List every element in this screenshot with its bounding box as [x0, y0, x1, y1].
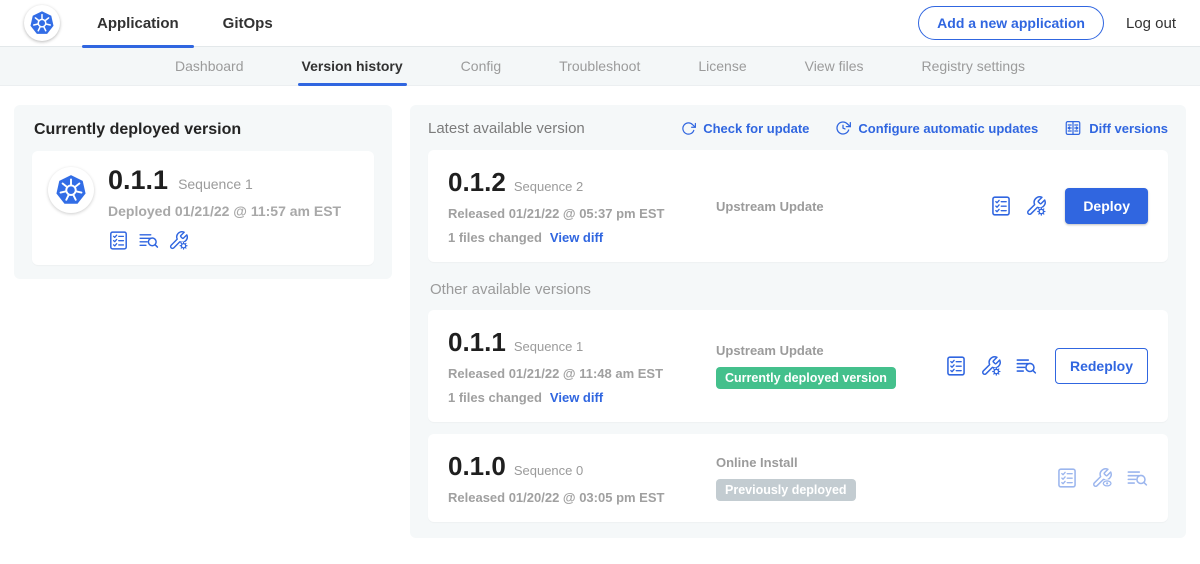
app-subnav: Dashboard Version history Config Trouble… [0, 47, 1200, 86]
add-application-button[interactable]: Add a new application [918, 6, 1104, 40]
subnav-troubleshoot[interactable]: Troubleshoot [559, 47, 640, 86]
wrench-gear-icon[interactable] [980, 355, 1002, 377]
currently-deployed-badge: Currently deployed version [716, 367, 896, 389]
released-timestamp: Released 01/21/22 @ 05:37 pm EST [448, 206, 700, 221]
refresh-icon [681, 121, 696, 136]
version-sequence: Sequence 1 [514, 339, 583, 354]
check-for-update-link[interactable]: Check for update [681, 121, 809, 136]
split-diff-icon [1064, 119, 1082, 137]
subnav-version-history[interactable]: Version history [302, 47, 403, 86]
diff-versions-link[interactable]: Diff versions [1064, 119, 1168, 137]
version-card-0-1-1: 0.1.1 Sequence 1 Released 01/21/22 @ 11:… [428, 310, 1168, 422]
released-timestamp: Released 01/21/22 @ 11:48 am EST [448, 366, 700, 381]
configure-automatic-updates-link[interactable]: Configure automatic updates [835, 120, 1038, 136]
file-search-icon[interactable] [1126, 467, 1148, 489]
currently-deployed-panel: Currently deployed version 0.1.1 Sequenc… [14, 105, 392, 279]
wrench-eye-icon[interactable] [1091, 467, 1113, 489]
deployed-version-card: 0.1.1 Sequence 1 Deployed 01/21/22 @ 11:… [32, 151, 374, 265]
preflight-checklist-icon[interactable] [108, 230, 129, 251]
subnav-config[interactable]: Config [461, 47, 501, 86]
subnav-registry-settings[interactable]: Registry settings [922, 47, 1025, 86]
check-for-update-label: Check for update [703, 121, 809, 136]
subnav-dashboard[interactable]: Dashboard [175, 47, 244, 86]
top-tab-application[interactable]: Application [82, 0, 194, 47]
version-history-page: Currently deployed version 0.1.1 Sequenc… [0, 86, 1200, 538]
version-number: 0.1.0 [448, 451, 506, 482]
preflight-checklist-icon[interactable] [1056, 467, 1078, 489]
top-tab-label: GitOps [223, 15, 273, 32]
deployed-panel-title: Currently deployed version [34, 121, 374, 139]
subnav-view-files[interactable]: View files [805, 47, 864, 86]
clock-refresh-icon [835, 120, 851, 136]
top-tab-gitops[interactable]: GitOps [208, 0, 288, 47]
app-logo-icon [48, 167, 94, 213]
preflight-checklist-icon[interactable] [990, 195, 1012, 217]
version-number: 0.1.1 [448, 327, 506, 358]
files-changed-label: 1 files changed [448, 390, 542, 405]
wrench-gear-icon[interactable] [1025, 195, 1047, 217]
file-search-icon[interactable] [138, 230, 159, 251]
version-source: Upstream Update [716, 199, 990, 214]
file-search-icon[interactable] [1015, 355, 1037, 377]
deploy-button[interactable]: Deploy [1065, 188, 1148, 224]
other-available-versions-title: Other available versions [430, 281, 1168, 298]
preflight-checklist-icon[interactable] [945, 355, 967, 377]
view-diff-link[interactable]: View diff [550, 230, 603, 245]
files-changed-label: 1 files changed [448, 230, 542, 245]
top-tab-label: Application [97, 15, 179, 32]
version-card-0-1-2: 0.1.2 Sequence 2 Released 01/21/22 @ 05:… [428, 150, 1168, 262]
deployed-timestamp: Deployed 01/21/22 @ 11:57 am EST [108, 203, 341, 219]
version-source: Upstream Update [716, 343, 945, 358]
subnav-license[interactable]: License [698, 47, 746, 86]
version-sequence: Sequence 2 [514, 179, 583, 194]
version-source: Online Install [716, 455, 1056, 470]
diff-versions-label: Diff versions [1089, 121, 1168, 136]
redeploy-button[interactable]: Redeploy [1055, 348, 1148, 384]
top-nav: Application GitOps Add a new application… [0, 0, 1200, 47]
view-diff-link[interactable]: View diff [550, 390, 603, 405]
kubernetes-logo-icon [24, 5, 60, 41]
released-timestamp: Released 01/20/22 @ 03:05 pm EST [448, 490, 700, 505]
logout-button[interactable]: Log out [1126, 15, 1176, 32]
version-sequence: Sequence 0 [514, 463, 583, 478]
wrench-gear-icon[interactable] [168, 230, 189, 251]
configure-automatic-updates-label: Configure automatic updates [858, 121, 1038, 136]
version-number: 0.1.2 [448, 167, 506, 198]
deployed-sequence: Sequence 1 [178, 176, 253, 192]
deployed-version-number: 0.1.1 [108, 165, 168, 196]
available-versions-panel: Latest available version Check for updat… [410, 105, 1186, 538]
latest-available-title: Latest available version [428, 120, 585, 137]
previously-deployed-badge: Previously deployed [716, 479, 856, 501]
version-card-0-1-0: 0.1.0 Sequence 0 Released 01/20/22 @ 03:… [428, 434, 1168, 522]
